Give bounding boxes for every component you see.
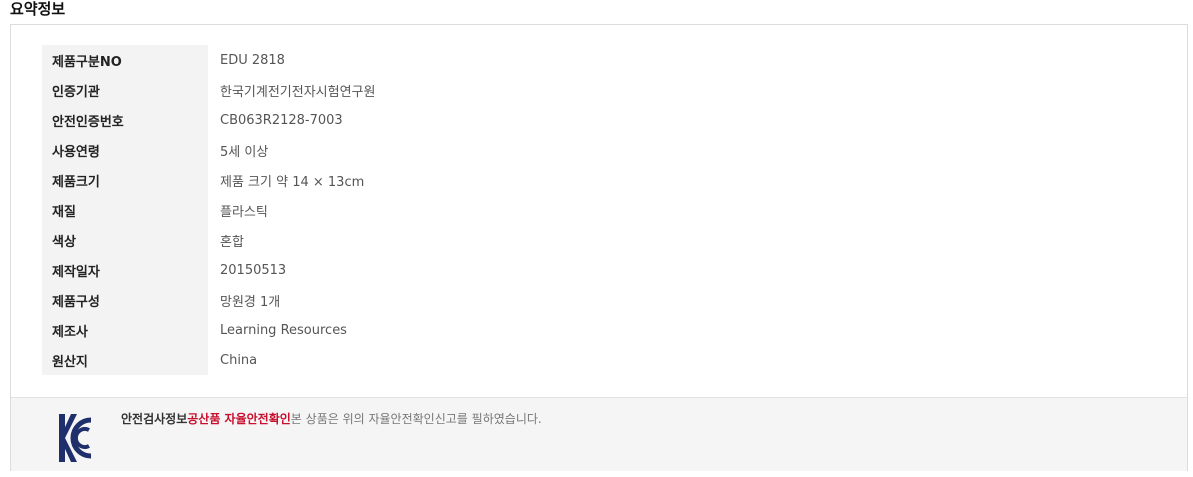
table-row: 재질 플라스틱	[42, 195, 820, 225]
table-row: 사용연령 5세 이상	[42, 135, 820, 165]
section-title: 요약정보	[10, 0, 66, 18]
table-row: 색상 혼합	[42, 225, 820, 255]
spec-value: EDU 2818	[220, 52, 285, 68]
certification-box: 안전검사정보공산품 자율안전확인본 상품은 위의 자율안전확인신고를 필하였습니…	[11, 397, 1187, 471]
spec-label: 안전인증번호	[42, 105, 208, 135]
spec-value: 혼합	[220, 234, 244, 250]
kc-mark-icon	[59, 414, 92, 462]
table-row: 제품구분NO EDU 2818	[42, 45, 820, 75]
spec-label: 재질	[42, 195, 208, 225]
spec-label: 제품구성	[42, 285, 208, 315]
table-row: 제품크기 제품 크기 약 14 × 13cm	[42, 165, 820, 195]
spec-value: Learning Resources	[220, 322, 347, 338]
spec-value: CB063R2128-7003	[220, 112, 343, 128]
certification-category: 공산품 자율안전확인	[187, 412, 291, 426]
spec-table: 제품구분NO EDU 2818 인증기관 한국기계전기전자시험연구원 안전인증번…	[42, 45, 820, 375]
certification-heading: 안전검사정보	[121, 412, 188, 426]
spec-label: 인증기관	[42, 75, 208, 105]
spec-label: 원산지	[42, 345, 208, 375]
certification-text: 안전검사정보공산품 자율안전확인본 상품은 위의 자율안전확인신고를 필하였습니…	[121, 410, 542, 428]
table-row: 안전인증번호 CB063R2128-7003	[42, 105, 820, 135]
spec-value: 20150513	[220, 262, 287, 278]
spec-value: 5세 이상	[220, 144, 269, 160]
spec-label: 제조사	[42, 315, 208, 345]
spec-label: 색상	[42, 225, 208, 255]
spec-label: 사용연령	[42, 135, 208, 165]
spec-label: 제작일자	[42, 255, 208, 285]
certification-statement: 본 상품은 위의 자율안전확인신고를 필하였습니다.	[290, 412, 542, 426]
spec-label: 제품구분NO	[42, 45, 208, 75]
spec-value: China	[220, 352, 258, 368]
summary-panel: 제품구분NO EDU 2818 인증기관 한국기계전기전자시험연구원 안전인증번…	[10, 24, 1188, 471]
spec-value: 한국기계전기전자시험연구원	[220, 84, 376, 100]
table-row: 제작일자 20150513	[42, 255, 820, 285]
table-row: 인증기관 한국기계전기전자시험연구원	[42, 75, 820, 105]
spec-value: 제품 크기 약 14 × 13cm	[220, 174, 365, 190]
spec-value: 플라스틱	[220, 204, 268, 220]
table-row: 제품구성 망원경 1개	[42, 285, 820, 315]
table-row: 원산지 China	[42, 345, 820, 375]
table-row: 제조사 Learning Resources	[42, 315, 820, 345]
spec-label: 제품크기	[42, 165, 208, 195]
spec-value: 망원경 1개	[220, 294, 281, 310]
